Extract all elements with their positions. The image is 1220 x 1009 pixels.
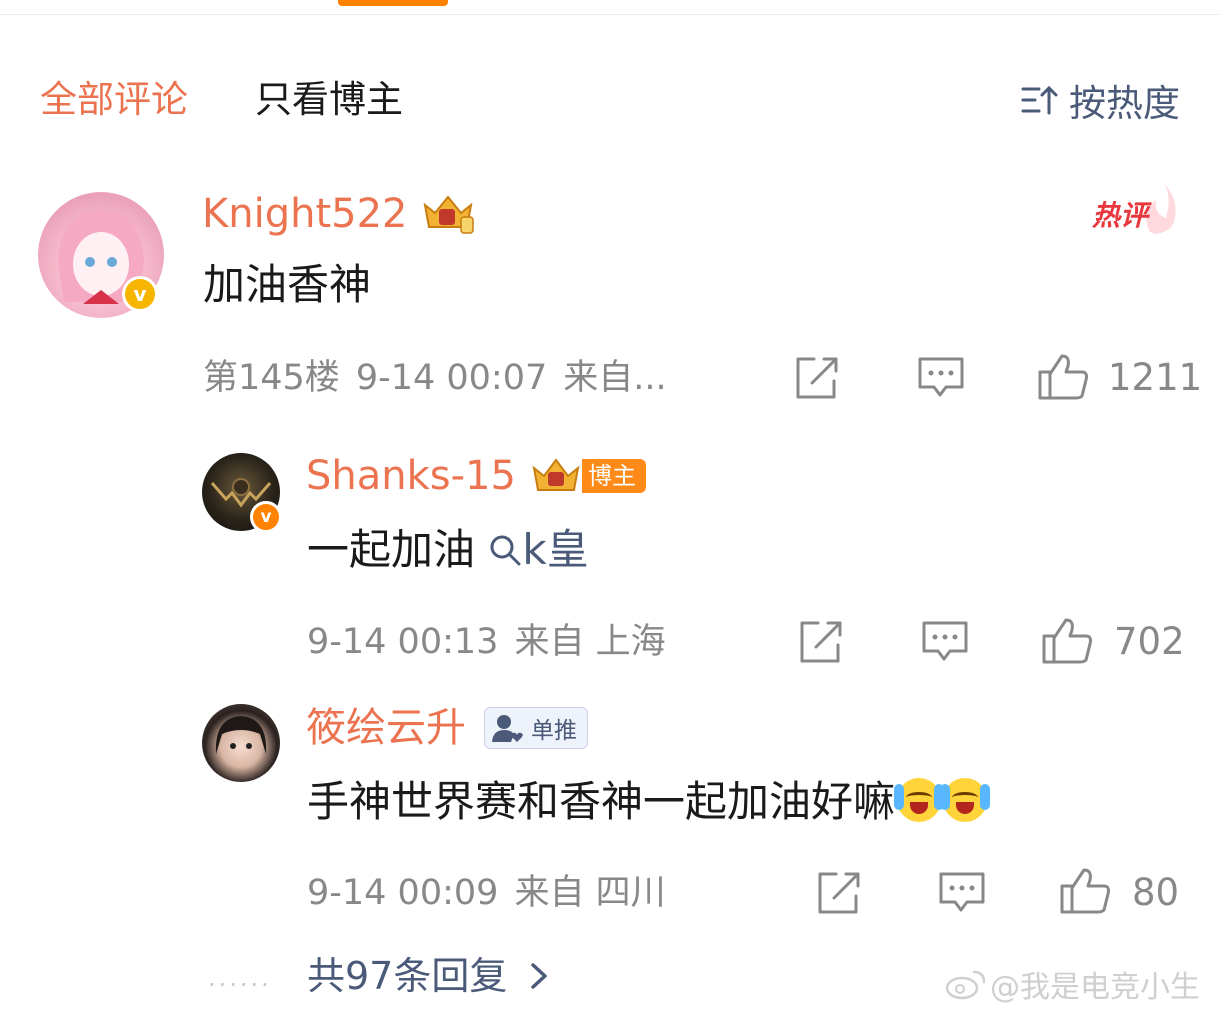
like-icon[interactable] <box>1040 616 1094 666</box>
top-divider <box>0 14 1220 15</box>
active-tab-indicator <box>338 0 448 6</box>
more-replies-dots: ...... <box>208 964 272 992</box>
crying-laugh-emoji <box>940 778 991 822</box>
location: 来自 上海 <box>514 622 666 662</box>
like-icon[interactable] <box>1058 866 1112 916</box>
timestamp: 9-14 00:13 <box>307 622 499 662</box>
sort-icon <box>1021 85 1058 115</box>
share-icon[interactable] <box>814 870 862 916</box>
location: 来自... <box>563 358 667 398</box>
verified-badge: v <box>122 276 158 312</box>
reply-icon[interactable] <box>937 870 987 916</box>
like-count: 702 <box>1114 620 1185 663</box>
weibo-logo-icon <box>945 970 986 1000</box>
reply-icon[interactable] <box>916 355 966 401</box>
verified-badge: v <box>250 501 282 533</box>
crying-laugh-emoji <box>894 778 945 822</box>
fan-badge: 单推 <box>484 707 588 749</box>
search-icon <box>490 535 521 566</box>
sort-label: 按热度 <box>1069 82 1180 125</box>
location: 来自 四川 <box>514 873 666 913</box>
avatar[interactable]: v <box>38 192 164 318</box>
view-all-replies-label: 共97条回复 <box>307 954 508 998</box>
share-icon[interactable] <box>796 619 844 665</box>
timestamp: 9-14 00:07 <box>355 358 548 398</box>
comment-text: 加油香神 <box>203 260 372 309</box>
reply-icon[interactable] <box>920 619 970 665</box>
weibo-watermark: @我是电竞小生 <box>944 962 1200 1006</box>
avatar[interactable]: v <box>202 453 282 533</box>
share-icon[interactable] <box>792 355 840 401</box>
chevron-right-icon <box>531 963 548 989</box>
hot-comment-badge: 热评 <box>1090 182 1176 236</box>
username[interactable]: Shanks-15 <box>306 452 516 500</box>
like-count: 1211 <box>1108 356 1203 399</box>
floor-number: 第145楼 <box>203 358 340 398</box>
avatar[interactable] <box>202 704 280 782</box>
reply-text: 手神世界赛和香神一起加油好嘛 <box>307 777 896 826</box>
tab-all-comments[interactable]: 全部评论 <box>40 78 188 122</box>
fan-icon <box>492 715 523 742</box>
like-count: 80 <box>1132 871 1180 914</box>
author-badge: 博主 <box>530 458 646 493</box>
username[interactable]: 筱绘云升 <box>306 704 466 752</box>
reply-text: 一起加油 <box>307 525 476 574</box>
crown-icon <box>532 458 580 491</box>
timestamp: 9-14 00:09 <box>307 873 499 913</box>
vip-crown-icon <box>424 195 475 234</box>
view-all-replies-link[interactable]: 共97条回复 <box>307 953 553 999</box>
sort-by-hot-button[interactable]: 按热度 <box>1021 78 1180 125</box>
topic-link[interactable]: k皇 <box>488 525 589 574</box>
tab-author-only[interactable]: 只看博主 <box>255 78 403 122</box>
topic-text: k皇 <box>522 525 589 574</box>
like-icon[interactable] <box>1036 352 1090 402</box>
username[interactable]: Knight522 <box>202 190 407 238</box>
